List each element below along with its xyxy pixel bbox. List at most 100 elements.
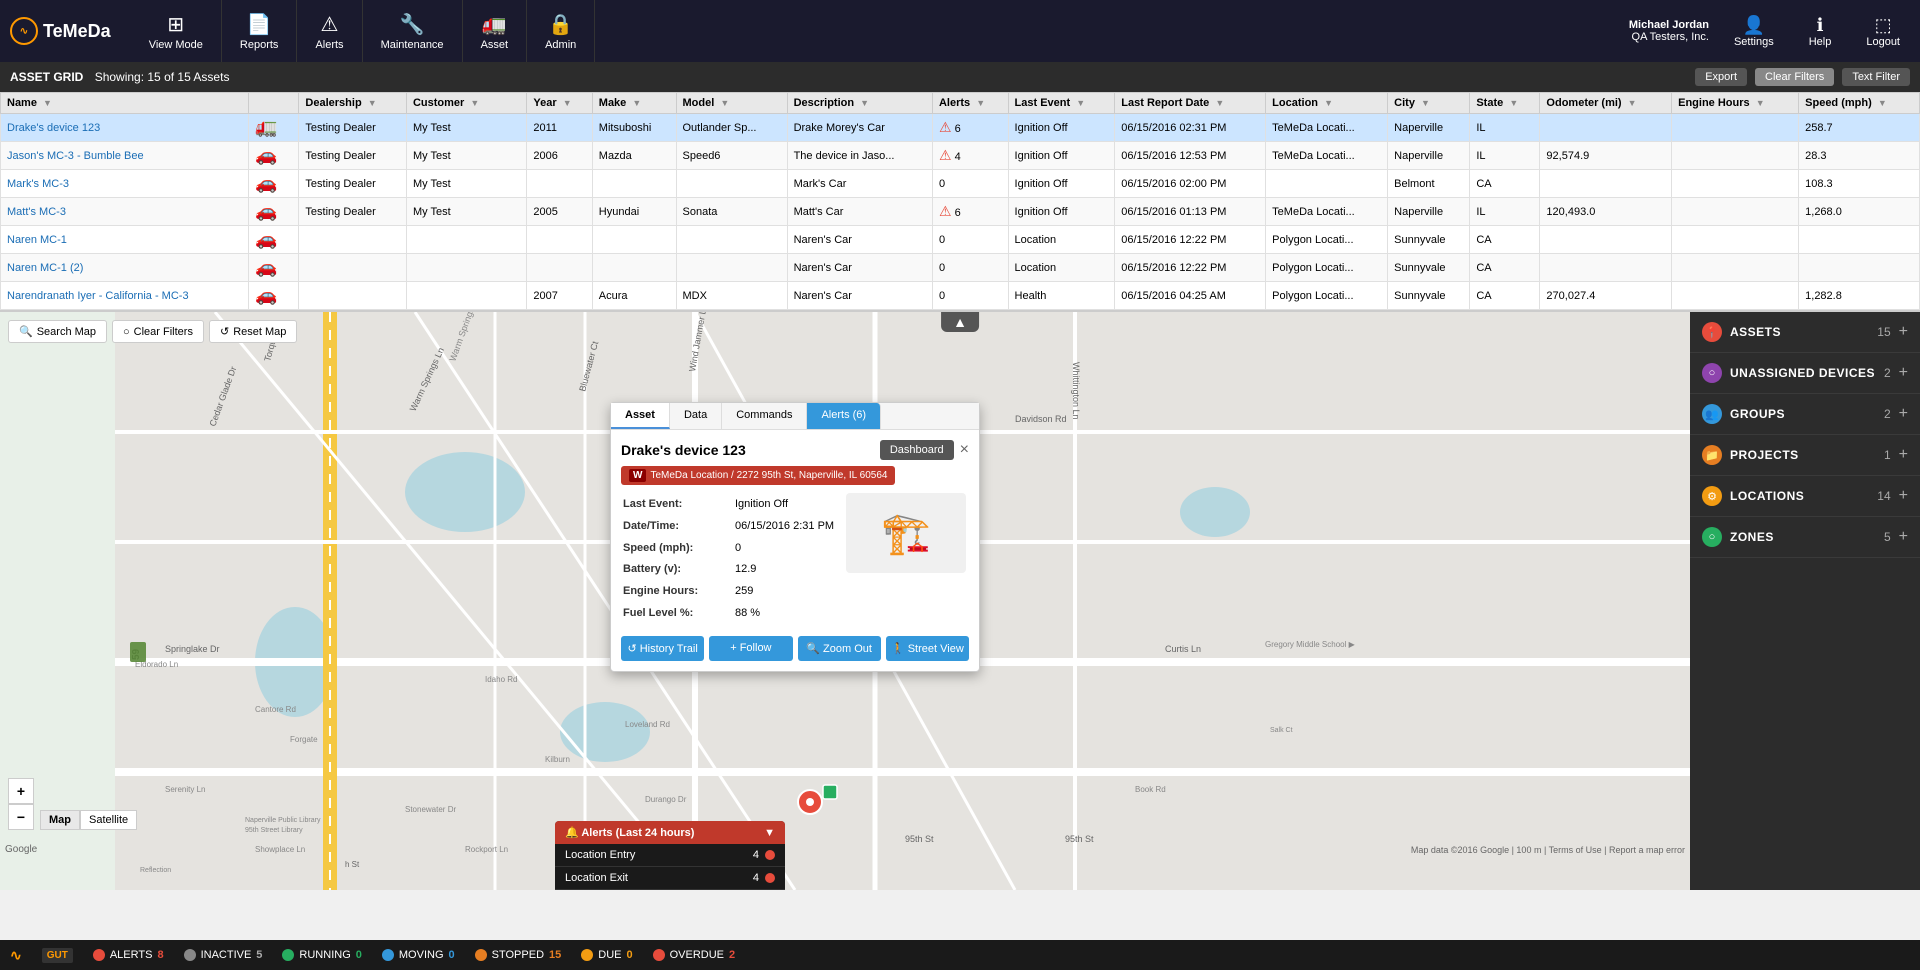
- table-row[interactable]: Drake's device 123 🚛 Testing Dealer My T…: [1, 114, 1920, 142]
- alert-row-entry: Location Entry 4: [555, 844, 785, 867]
- map-credit: Map data ©2016 Google | 100 m | Terms of…: [1411, 845, 1685, 855]
- col-make[interactable]: Make ▼: [592, 93, 676, 114]
- cell-customer: My Test: [406, 198, 526, 226]
- reset-map-button[interactable]: ↺ Reset Map: [209, 320, 297, 343]
- logout-button[interactable]: ⬚ Logout: [1856, 15, 1910, 48]
- dashboard-button[interactable]: Dashboard: [880, 440, 954, 460]
- zoom-out-map-button[interactable]: −: [8, 804, 34, 830]
- follow-button[interactable]: + Follow: [709, 636, 792, 661]
- zones-plus-icon[interactable]: +: [1899, 528, 1908, 546]
- nav-alerts[interactable]: ⚠ Alerts: [297, 0, 362, 62]
- map-asset-pin-2[interactable]: [820, 782, 840, 805]
- col-dealership[interactable]: Dealership ▼: [299, 93, 407, 114]
- table-row[interactable]: Naren MC-1 (2) 🚗 Naren's Car 0 Location …: [1, 254, 1920, 282]
- cell-customer: [406, 226, 526, 254]
- due-status-dot: [581, 949, 593, 961]
- col-speed[interactable]: Speed (mph) ▼: [1799, 93, 1920, 114]
- popup-close-button[interactable]: ×: [960, 441, 969, 459]
- col-model[interactable]: Model ▼: [676, 93, 787, 114]
- popup-tab-data[interactable]: Data: [670, 403, 722, 429]
- cell-engine-hours: [1672, 198, 1799, 226]
- alerts-panel-header[interactable]: 🔔 Alerts (Last 24 hours) ▼: [555, 821, 785, 844]
- nav-admin-label: Admin: [545, 39, 576, 51]
- locations-plus-icon[interactable]: +: [1899, 487, 1908, 505]
- satellite-view-button[interactable]: Satellite: [80, 810, 137, 830]
- cell-state: IL: [1470, 198, 1540, 226]
- alert-exit-label: Location Exit: [565, 872, 628, 884]
- popup-tab-asset[interactable]: Asset: [611, 403, 670, 429]
- cell-state: IL: [1470, 142, 1540, 170]
- col-alerts[interactable]: Alerts ▼: [932, 93, 1008, 114]
- panel-groups[interactable]: 👥 GROUPS 2 +: [1690, 394, 1920, 435]
- street-view-button[interactable]: 🚶 Street View: [886, 636, 969, 661]
- cell-last-report: 06/15/2016 12:53 PM: [1115, 142, 1266, 170]
- stopped-status-dot: [475, 949, 487, 961]
- panel-zones[interactable]: ○ ZONES 5 +: [1690, 517, 1920, 558]
- zoom-in-button[interactable]: +: [8, 778, 34, 804]
- nav-view-mode-label: View Mode: [149, 39, 203, 51]
- alerts-status-label: ALERTS: [110, 949, 153, 961]
- panel-assets[interactable]: 📍 ASSETS 15 +: [1690, 312, 1920, 353]
- nav-asset[interactable]: 🚛 Asset: [463, 0, 528, 62]
- panel-unassigned[interactable]: ○ UNASSIGNED DEVICES 2 +: [1690, 353, 1920, 394]
- assets-plus-icon[interactable]: +: [1899, 323, 1908, 341]
- col-city[interactable]: City ▼: [1388, 93, 1470, 114]
- nav-maintenance[interactable]: 🔧 Maintenance: [363, 0, 463, 62]
- nav-view-mode[interactable]: ⊞ View Mode: [131, 0, 222, 62]
- col-last-event[interactable]: Last Event ▼: [1008, 93, 1115, 114]
- col-description[interactable]: Description ▼: [787, 93, 932, 114]
- asset-popup: Asset Data Commands Alerts (6) Drake's d…: [610, 402, 980, 672]
- cell-city: Naperville: [1388, 114, 1470, 142]
- col-img: [249, 93, 299, 114]
- app-logo: ∿ TeMeDa: [10, 17, 111, 45]
- cell-odometer: [1540, 254, 1672, 282]
- map-collapse-button[interactable]: ▲: [941, 312, 979, 332]
- nav-reports[interactable]: 📄 Reports: [222, 0, 298, 62]
- table-row[interactable]: Narendranath Iyer - California - MC-3 🚗 …: [1, 282, 1920, 310]
- cell-last-report: 06/15/2016 04:25 AM: [1115, 282, 1266, 310]
- groups-plus-icon[interactable]: +: [1899, 405, 1908, 423]
- svg-text:Book Rd: Book Rd: [1135, 785, 1166, 794]
- table-row[interactable]: Mark's MC-3 🚗 Testing Dealer My Test Mar…: [1, 170, 1920, 198]
- table-row[interactable]: Jason's MC-3 - Bumble Bee 🚗 Testing Deal…: [1, 142, 1920, 170]
- top-navigation: ∿ TeMeDa ⊞ View Mode 📄 Reports ⚠ Alerts …: [0, 0, 1920, 62]
- moving-status-label: MOVING: [399, 949, 444, 961]
- col-customer[interactable]: Customer ▼: [406, 93, 526, 114]
- text-filter-button[interactable]: Text Filter: [1842, 68, 1910, 86]
- col-last-report[interactable]: Last Report Date ▼: [1115, 93, 1266, 114]
- cell-location: TeMeDa Locati...: [1266, 198, 1388, 226]
- history-trail-button[interactable]: ↺ History Trail: [621, 636, 704, 661]
- col-year[interactable]: Year ▼: [527, 93, 592, 114]
- zones-icon: ○: [1702, 527, 1722, 547]
- col-location[interactable]: Location ▼: [1266, 93, 1388, 114]
- settings-button[interactable]: 👤 Settings: [1724, 15, 1784, 48]
- map-view-button[interactable]: Map: [40, 810, 80, 830]
- help-icon: ℹ: [1817, 15, 1824, 36]
- cell-description: Naren's Car: [787, 282, 932, 310]
- overdue-status-dot: [653, 949, 665, 961]
- cell-description: Matt's Car: [787, 198, 932, 226]
- table-row[interactable]: Naren MC-1 🚗 Naren's Car 0 Location 06/1…: [1, 226, 1920, 254]
- cell-speed: [1799, 254, 1920, 282]
- panel-locations[interactable]: ⚙ LOCATIONS 14 +: [1690, 476, 1920, 517]
- col-state[interactable]: State ▼: [1470, 93, 1540, 114]
- nav-admin[interactable]: 🔒 Admin: [527, 0, 595, 62]
- cell-speed: 1,282.8: [1799, 282, 1920, 310]
- map-clear-filters-button[interactable]: ○ Clear Filters: [112, 320, 204, 343]
- col-engine-hours[interactable]: Engine Hours ▼: [1672, 93, 1799, 114]
- projects-plus-icon[interactable]: +: [1899, 446, 1908, 464]
- popup-tab-commands[interactable]: Commands: [722, 403, 807, 429]
- export-button[interactable]: Export: [1695, 68, 1747, 86]
- panel-projects[interactable]: 📁 PROJECTS 1 +: [1690, 435, 1920, 476]
- clear-filters-button[interactable]: Clear Filters: [1755, 68, 1834, 86]
- inactive-status-value: 5: [256, 949, 262, 961]
- unassigned-plus-icon[interactable]: +: [1899, 364, 1908, 382]
- popup-tab-alerts[interactable]: Alerts (6): [807, 403, 881, 429]
- table-row[interactable]: Matt's MC-3 🚗 Testing Dealer My Test 200…: [1, 198, 1920, 226]
- search-map-button[interactable]: 🔍 Search Map: [8, 320, 107, 343]
- col-odometer[interactable]: Odometer (mi) ▼: [1540, 93, 1672, 114]
- col-name[interactable]: Name ▼: [1, 93, 249, 114]
- popup-info: Last Event:Ignition Off Date/Time:06/15/…: [621, 493, 836, 626]
- help-button[interactable]: ℹ Help: [1799, 15, 1842, 48]
- zoom-out-button[interactable]: 🔍 Zoom Out: [798, 636, 881, 661]
